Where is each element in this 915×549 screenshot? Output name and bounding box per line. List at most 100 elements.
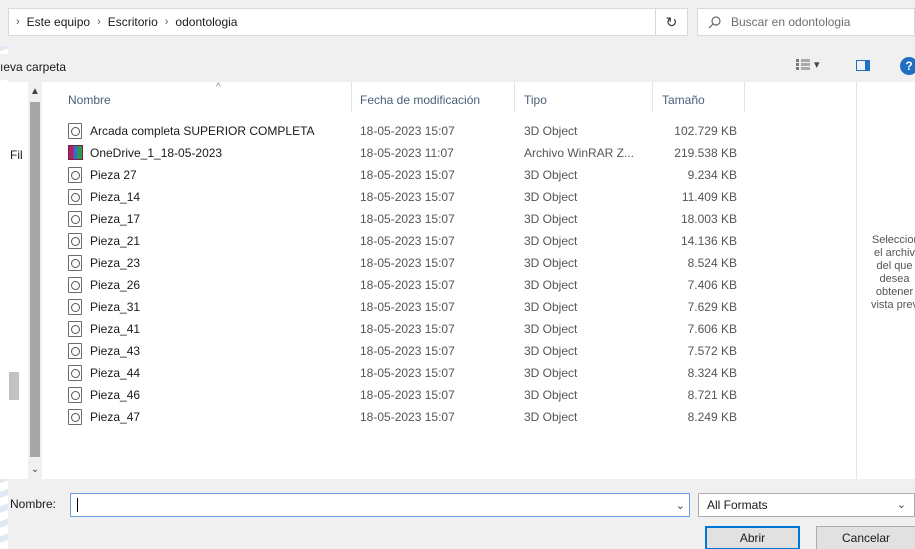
file-format-select[interactable]: All Formats ⌄ bbox=[698, 493, 915, 517]
file-size: 102.729 KB bbox=[674, 124, 737, 138]
file-type: 3D Object bbox=[524, 322, 578, 336]
file-date: 18-05-2023 15:07 bbox=[360, 322, 455, 336]
view-options-button[interactable]: ▾ bbox=[796, 58, 820, 71]
file-row[interactable]: Pieza_31 18-05-2023 15:07 3D Object 7.629 K… bbox=[42, 296, 856, 318]
new-folder-button[interactable]: ıeva carpeta bbox=[0, 60, 66, 74]
file-list: ^ Nombre Fecha de modificación Tipo Tama… bbox=[42, 82, 856, 479]
3d-object-icon bbox=[68, 211, 82, 227]
file-type: 3D Object bbox=[524, 388, 578, 402]
refresh-icon: ↻ bbox=[665, 13, 678, 30]
search-placeholder: Buscar en odontologia bbox=[731, 15, 851, 29]
file-date: 18-05-2023 15:07 bbox=[360, 168, 455, 182]
preview-pane-icon[interactable] bbox=[856, 60, 870, 71]
file-row[interactable]: Pieza_14 18-05-2023 15:07 3D Object 11.409 … bbox=[42, 186, 856, 208]
file-name: Pieza_41 bbox=[90, 322, 141, 336]
nav-scroll-thumb[interactable] bbox=[9, 372, 19, 400]
breadcrumb-escritorio[interactable]: Escritorio bbox=[108, 15, 158, 29]
file-size: 7.572 KB bbox=[687, 344, 737, 358]
preview-pane: Seleccior el archiv del que desea obtene… bbox=[856, 82, 915, 479]
scroll-thumb[interactable] bbox=[30, 102, 40, 457]
file-type: 3D Object bbox=[524, 212, 578, 226]
breadcrumb-este-equipo[interactable]: Este equipo bbox=[27, 15, 90, 29]
file-name: Pieza_44 bbox=[90, 366, 141, 380]
search-icon bbox=[708, 15, 721, 28]
file-name: OneDrive_1_18-05-2023 bbox=[90, 146, 223, 160]
file-name: Pieza_26 bbox=[90, 278, 141, 292]
file-row[interactable]: Pieza_44 18-05-2023 15:07 3D Object 8.324 K… bbox=[42, 362, 856, 384]
file-name: Pieza_43 bbox=[90, 344, 141, 358]
address-bar[interactable]: › Este equipo › Escritorio › odontologia… bbox=[8, 8, 688, 36]
chevron-right-icon[interactable]: › bbox=[97, 16, 101, 28]
file-size: 9.234 KB bbox=[687, 168, 737, 182]
file-type: 3D Object bbox=[524, 168, 578, 182]
file-size: 11.409 KB bbox=[681, 190, 737, 204]
file-type: 3D Object bbox=[524, 256, 578, 270]
preview-line: Seleccior bbox=[871, 234, 915, 246]
column-divider[interactable] bbox=[351, 82, 352, 112]
file-row[interactable]: Pieza_47 18-05-2023 15:07 3D Object 8.249 K… bbox=[42, 406, 856, 428]
file-row[interactable]: Pieza_26 18-05-2023 15:07 3D Object 7.406 K… bbox=[42, 274, 856, 296]
file-name: Arcada completa SUPERIOR COMPLETA bbox=[90, 124, 315, 138]
file-size: 18.003 KB bbox=[680, 212, 737, 226]
file-name: Pieza_23 bbox=[90, 256, 141, 270]
file-date: 18-05-2023 15:07 bbox=[360, 388, 455, 402]
vertical-scrollbar[interactable]: ▲ ⌄ bbox=[28, 82, 42, 479]
breadcrumb-odontologia[interactable]: odontologia bbox=[175, 15, 237, 29]
chevron-right-icon[interactable]: › bbox=[165, 16, 169, 28]
file-date: 18-05-2023 15:07 bbox=[360, 410, 455, 424]
file-row[interactable]: Arcada completa SUPERIOR COMPLETA 18-05-2… bbox=[42, 120, 856, 142]
3d-object-icon bbox=[68, 321, 82, 337]
column-header-name[interactable]: Nombre bbox=[68, 88, 111, 112]
file-size: 7.606 KB bbox=[687, 322, 737, 336]
column-divider[interactable] bbox=[652, 82, 653, 112]
file-size: 8.324 KB bbox=[687, 366, 737, 380]
3d-object-icon bbox=[68, 167, 82, 183]
toolbar: ıeva carpeta ▾ ? bbox=[0, 54, 915, 80]
3d-object-icon bbox=[68, 277, 82, 293]
file-size: 7.406 KB bbox=[687, 278, 737, 292]
file-row[interactable]: Pieza_17 18-05-2023 15:07 3D Object 18.003 … bbox=[42, 208, 856, 230]
file-row[interactable]: Pieza_43 18-05-2023 15:07 3D Object 7.572 K… bbox=[42, 340, 856, 362]
file-row[interactable]: Pieza 27 18-05-2023 15:07 3D Object 9.234 K… bbox=[42, 164, 856, 186]
preview-message: Seleccior el archiv del que desea obtene… bbox=[857, 234, 915, 312]
file-size: 7.629 KB bbox=[687, 300, 737, 314]
file-size: 8.721 KB bbox=[687, 388, 737, 402]
refresh-button[interactable]: ↻ bbox=[655, 8, 688, 36]
file-name: Pieza_14 bbox=[90, 190, 141, 204]
3d-object-icon bbox=[68, 233, 82, 249]
file-row[interactable]: OneDrive_1_18-05-2023 18-05-2023 11:07 Arc… bbox=[42, 142, 856, 164]
scroll-up-icon[interactable]: ▲ bbox=[28, 86, 42, 97]
chevron-right-icon[interactable]: › bbox=[16, 16, 20, 28]
file-date: 18-05-2023 11:07 bbox=[360, 146, 454, 160]
chevron-down-icon: ⌄ bbox=[896, 499, 906, 511]
column-divider[interactable] bbox=[744, 82, 745, 112]
file-size: 8.524 KB bbox=[687, 256, 737, 270]
file-row[interactable]: Pieza_23 18-05-2023 15:07 3D Object 8.524 K… bbox=[42, 252, 856, 274]
chevron-down-icon[interactable]: ⌄ bbox=[676, 499, 685, 512]
open-button[interactable]: Abrir bbox=[705, 526, 800, 549]
file-row[interactable]: Pieza_41 18-05-2023 15:07 3D Object 7.606 K… bbox=[42, 318, 856, 340]
help-button[interactable]: ? bbox=[900, 57, 915, 75]
cancel-button[interactable]: Cancelar bbox=[816, 526, 915, 549]
column-header-type[interactable]: Tipo bbox=[524, 88, 547, 112]
column-header-size[interactable]: Tamaño bbox=[662, 88, 705, 112]
file-name: Pieza_46 bbox=[90, 388, 141, 402]
file-row[interactable]: Pieza_46 18-05-2023 15:07 3D Object 8.721 K… bbox=[42, 384, 856, 406]
file-type: 3D Object bbox=[524, 278, 578, 292]
3d-object-icon bbox=[68, 189, 82, 205]
file-date: 18-05-2023 15:07 bbox=[360, 212, 455, 226]
preview-line: desea bbox=[879, 273, 910, 285]
column-header-date[interactable]: Fecha de modificación bbox=[360, 88, 480, 112]
file-name: Pieza_47 bbox=[90, 410, 141, 424]
column-divider[interactable] bbox=[514, 82, 515, 112]
filename-input[interactable]: ⌄ bbox=[70, 493, 690, 517]
winrar-icon bbox=[68, 145, 83, 160]
file-name: Pieza_17 bbox=[90, 212, 141, 226]
file-date: 18-05-2023 15:07 bbox=[360, 124, 455, 138]
3d-object-icon bbox=[68, 365, 82, 381]
3d-object-icon bbox=[68, 255, 82, 271]
search-input[interactable]: Buscar en odontologia bbox=[697, 8, 915, 36]
scroll-down-icon[interactable]: ⌄ bbox=[28, 464, 42, 475]
file-row[interactable]: Pieza_21 18-05-2023 15:07 3D Object 14.136 … bbox=[42, 230, 856, 252]
nav-item-label[interactable]: Fil bbox=[10, 148, 23, 162]
